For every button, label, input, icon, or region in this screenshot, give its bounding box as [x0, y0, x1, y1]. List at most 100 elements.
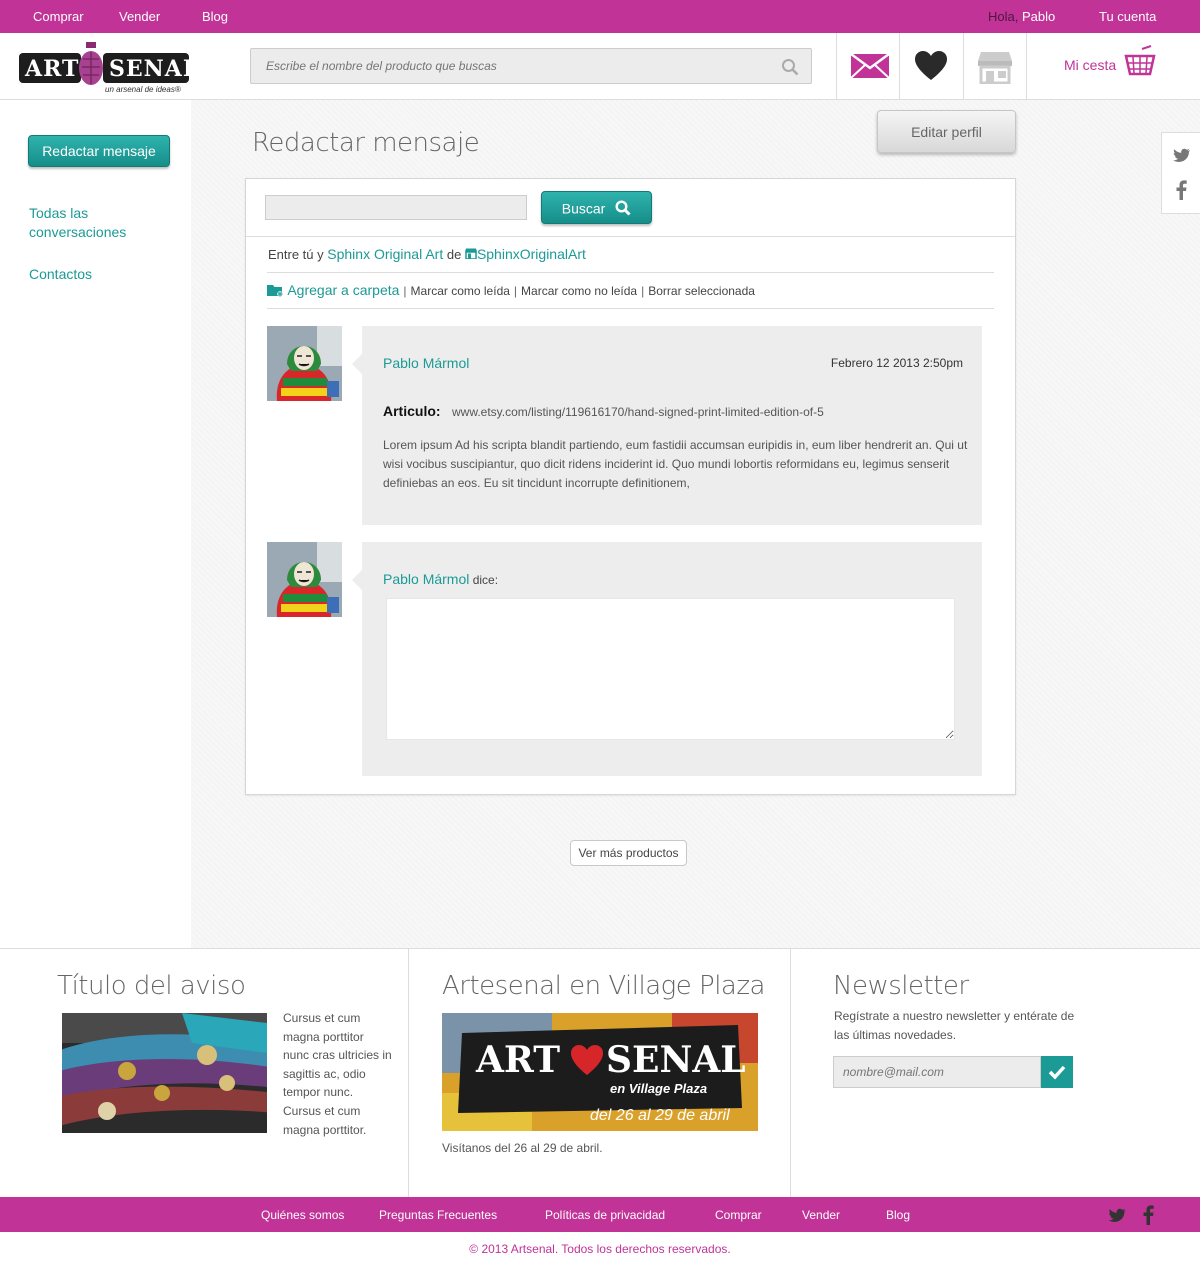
top-nav-vender[interactable]: Vender [119, 9, 160, 24]
reply-header: Pablo Mármol dice: [383, 571, 498, 587]
bracelets-image [52, 1013, 277, 1133]
shop-link[interactable]: SphinxOriginalArt [477, 246, 586, 262]
reply-bubble: Pablo Mármol dice: [352, 542, 982, 776]
store-icon [464, 248, 477, 260]
top-nav-blog[interactable]: Blog [202, 9, 228, 24]
divider [267, 272, 994, 273]
article-link[interactable]: www.etsy.com/listing/119616170/hand-sign… [452, 405, 824, 419]
heart-icon [571, 1045, 603, 1075]
divider [246, 236, 1015, 237]
delete-selected-link[interactable]: Borrar seleccionada [648, 284, 755, 298]
reply-says: dice: [472, 573, 499, 587]
bottom-bar: Quiénes somos Preguntas Frecuentes Polít… [0, 1197, 1200, 1232]
mark-unread-link[interactable]: Marcar como no leída [521, 284, 637, 298]
message-body: Lorem ipsum Ad his scripta blandit parti… [383, 438, 968, 490]
footer: Título del aviso Cursus et cum magna por… [0, 948, 1200, 1198]
cart-button[interactable]: Mi cesta [1026, 33, 1200, 99]
conversation-panel: Buscar Entre tú y Sphinx Original Art de… [245, 178, 1016, 795]
message-author[interactable]: Pablo Mármol [383, 355, 469, 371]
reply-author[interactable]: Pablo Mármol [383, 571, 469, 587]
store-icon [978, 52, 1012, 84]
notice-text: Cursus et cum magna porttitor nunc cras … [283, 1011, 392, 1137]
top-bar: Comprar Vender Blog Hola, Pablo Tu cuent… [0, 0, 1200, 33]
footer-link-vender[interactable]: Vender [802, 1208, 840, 1222]
column-divider [408, 949, 409, 1198]
favorites-button[interactable] [899, 33, 963, 99]
notice-image[interactable] [52, 1013, 277, 1133]
separator: | [641, 284, 645, 298]
footer-link-about[interactable]: Quiénes somos [261, 1208, 344, 1222]
search-icon[interactable] [781, 58, 799, 76]
logo-tagline: un arsenal de ideas® [105, 85, 181, 94]
messages-button[interactable] [836, 33, 900, 99]
compose-message-button[interactable]: Redactar mensaje [28, 135, 170, 167]
checkmark-icon [1048, 1065, 1066, 1080]
greeting-text: Hola, [988, 9, 1019, 24]
article-label: Articulo: [383, 403, 441, 419]
heart-icon [915, 51, 947, 80]
copyright: © 2013 Artsenal. Todos los derechos rese… [469, 1242, 731, 1256]
search-messages-button[interactable]: Buscar [541, 191, 652, 224]
avatar[interactable] [267, 542, 342, 617]
greeting-user[interactable]: Pablo [1022, 9, 1055, 24]
avatar[interactable] [267, 326, 342, 401]
banner-text-left: ART [476, 1039, 561, 1081]
mark-read-link[interactable]: Marcar como leída [411, 284, 510, 298]
twitter-icon[interactable] [1173, 148, 1191, 163]
add-folder-icon [267, 285, 283, 297]
top-nav-comprar[interactable]: Comprar [33, 9, 84, 24]
grenade-icon [79, 42, 103, 85]
banner-subtitle: en Village Plaza [610, 1081, 708, 1096]
between-de: de [446, 247, 462, 262]
see-more-products-button[interactable]: Ver más productos [570, 840, 687, 866]
column-divider [790, 949, 791, 1198]
divider [267, 308, 994, 309]
message-search-input[interactable] [265, 195, 527, 220]
cart-label: Mi cesta [1064, 57, 1117, 73]
newsletter-text: Regístrate a nuestro newsletter y entéra… [834, 1009, 1075, 1042]
footer-link-blog[interactable]: Blog [886, 1208, 910, 1222]
twitter-icon[interactable] [1108, 1208, 1127, 1223]
facebook-icon[interactable] [1143, 1205, 1154, 1225]
event-text: Visítanos del 26 al 29 de abril. [442, 1141, 603, 1155]
page-title: Redactar mensaje [252, 128, 480, 158]
newsletter-email-input[interactable] [833, 1056, 1041, 1088]
separator: | [513, 284, 518, 298]
between-prefix: Entre tú y [268, 247, 324, 262]
shop-button[interactable] [963, 33, 1027, 99]
facebook-icon[interactable] [1176, 180, 1187, 200]
sidebar-item-contacts[interactable]: Contactos [29, 265, 92, 284]
newsletter-title: Newsletter [833, 971, 969, 1001]
search-bar [250, 48, 812, 84]
add-to-folder-link[interactable]: Agregar a carpeta [287, 282, 399, 298]
avatar-image [267, 326, 342, 401]
message-date: Febrero 12 2013 2:50pm [830, 356, 963, 370]
event-banner[interactable]: ART SENAL en Village Plaza del 26 al 29 … [442, 1013, 758, 1131]
conversation-participants: Entre tú y Sphinx Original Art de Sphinx… [268, 246, 586, 262]
separator: | [403, 284, 407, 298]
mail-icon [850, 52, 890, 79]
newsletter-submit-button[interactable] [1041, 1056, 1073, 1088]
basket-icon [1124, 45, 1156, 76]
sidebar-item-all-conversations[interactable]: Todas las conversaciones [29, 204, 149, 242]
account-link[interactable]: Tu cuenta [1099, 9, 1156, 24]
edit-profile-button[interactable]: Editar perfil [877, 110, 1016, 153]
side-social-bar [1161, 132, 1200, 214]
participant-link[interactable]: Sphinx Original Art [327, 246, 443, 262]
header: ART SENAL un arsenal de ideas® Escribe e… [0, 33, 1200, 100]
user-greeting: Hola, Pablo [988, 9, 1055, 24]
footer-link-comprar[interactable]: Comprar [715, 1208, 762, 1222]
logo[interactable]: ART SENAL un arsenal de ideas® [19, 39, 199, 95]
message-actions: Agregar a carpeta | Marcar como leída | Marc… [267, 282, 755, 298]
notice-title: Título del aviso [57, 971, 246, 1001]
search-icon [615, 200, 631, 216]
footer-link-faq[interactable]: Preguntas Frecuentes [379, 1208, 497, 1222]
banner-dates: del 26 al 29 de abril [590, 1107, 730, 1124]
search-button-label: Buscar [561, 200, 606, 217]
avatar-image [267, 542, 342, 617]
logo-text-left: ART [25, 56, 80, 82]
search-input[interactable] [251, 49, 771, 83]
reply-textarea[interactable] [386, 598, 955, 740]
logo-text-right: SENAL [109, 56, 200, 82]
footer-link-privacy[interactable]: Políticas de privacidad [545, 1208, 665, 1222]
